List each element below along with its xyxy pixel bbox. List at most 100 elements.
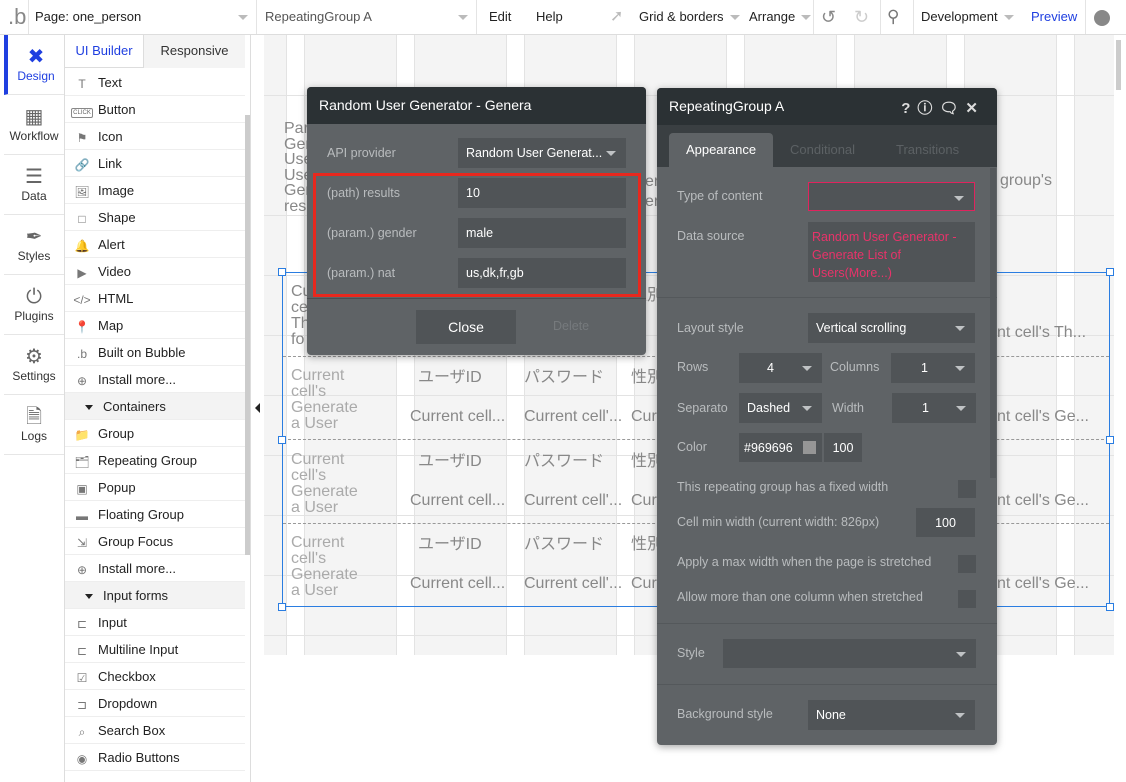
- palette-item[interactable]: ◉ Radio Buttons: [65, 744, 245, 771]
- palette-item[interactable]: .b Built on Bubble: [65, 339, 245, 366]
- nav-settings[interactable]: ⚙ Settings: [4, 335, 64, 395]
- element-selector[interactable]: RepeatingGroup A: [265, 0, 470, 34]
- palette-item[interactable]: 🔔 Alert: [65, 231, 245, 258]
- resize-handle[interactable]: [1106, 436, 1114, 444]
- nav-workflow[interactable]: ▦ Workflow: [4, 95, 64, 155]
- canvas-text[interactable]: Par: [284, 121, 309, 137]
- nav-design[interactable]: ✖ Design: [4, 35, 64, 95]
- max-width-checkbox[interactable]: [958, 555, 976, 573]
- nav-plugins[interactable]: ⏻ Plugins: [4, 275, 64, 335]
- palette-item[interactable]: ▶ Video: [65, 258, 245, 285]
- api-provider-label: API provider: [327, 146, 396, 160]
- resize-handle[interactable]: [278, 268, 286, 276]
- palette-item[interactable]: ⇲ Group Focus: [65, 528, 245, 555]
- tab-ui-builder[interactable]: UI Builder: [65, 35, 143, 68]
- gender-input[interactable]: male: [458, 218, 626, 248]
- grid-borders-menu[interactable]: Grid & borders: [639, 0, 740, 34]
- palette-scrollbar[interactable]: [245, 115, 250, 555]
- palette-item[interactable]: 🔗 Link: [65, 150, 245, 177]
- tab-conditional[interactable]: Conditional: [790, 142, 855, 157]
- tab-transitions[interactable]: Transitions: [896, 142, 959, 157]
- resize-handle[interactable]: [278, 603, 286, 611]
- tab-responsive[interactable]: Responsive: [143, 35, 245, 68]
- color-swatch: [803, 441, 816, 454]
- undo-icon[interactable]: ↺: [821, 0, 836, 34]
- nav-styles[interactable]: ✒ Styles: [4, 215, 64, 275]
- repeating-group-icon: 🗂: [74, 454, 90, 469]
- palette-item[interactable]: ⊏ Multiline Input: [65, 636, 245, 663]
- category-header[interactable]: Input forms: [65, 582, 245, 609]
- type-of-content-dropdown[interactable]: [808, 182, 975, 211]
- info-icon[interactable]: ⓘ: [917, 100, 939, 117]
- layout-style-dropdown[interactable]: Vertical scrolling: [808, 313, 975, 343]
- multi-column-checkbox[interactable]: [958, 590, 976, 608]
- comment-icon[interactable]: 🗨: [939, 100, 965, 117]
- palette-item[interactable]: □ Shape: [65, 204, 245, 231]
- search-icon[interactable]: ⚲: [887, 0, 899, 34]
- fixed-width-label: This repeating group has a fixed width: [677, 480, 889, 494]
- resize-handle[interactable]: [1106, 268, 1114, 276]
- palette-item[interactable]: ▣ Popup: [65, 474, 245, 501]
- arrange-menu[interactable]: Arrange: [749, 0, 812, 34]
- help-menu[interactable]: Help: [536, 0, 563, 34]
- data-source-field[interactable]: Random User Generator - Generate List of…: [808, 222, 975, 282]
- resize-handle[interactable]: [1106, 603, 1114, 611]
- background-style-dropdown[interactable]: None: [808, 700, 975, 730]
- close-icon[interactable]: ✕: [965, 100, 985, 117]
- palette-item[interactable]: ⊕ Install more...: [65, 555, 245, 582]
- palette-item-label: Repeating Group: [98, 453, 198, 468]
- palette-item[interactable]: CLICK Button: [65, 96, 245, 123]
- resize-handle[interactable]: [278, 436, 286, 444]
- rows-value: 4: [767, 361, 774, 375]
- nat-input[interactable]: us,dk,fr,gb: [458, 258, 626, 288]
- separator-dropdown[interactable]: Dashed: [739, 393, 822, 423]
- redo-icon[interactable]: ↻: [854, 0, 869, 34]
- palette-item[interactable]: ☑ Checkbox: [65, 663, 245, 690]
- param-label: (param.) nat: [327, 266, 396, 280]
- nav-logs[interactable]: 🗎 Logs: [4, 395, 64, 455]
- page-selector[interactable]: Page: one_person: [35, 0, 250, 34]
- api-provider-dropdown[interactable]: Random User Generat...: [458, 138, 626, 168]
- palette-item[interactable]: ⊕ Install more...: [65, 366, 245, 393]
- chevron-down-icon: [955, 713, 965, 718]
- palette-item[interactable]: ⊏ Input: [65, 609, 245, 636]
- help-icon[interactable]: ?: [901, 100, 917, 117]
- results-input[interactable]: 10: [458, 178, 626, 208]
- preview-button[interactable]: Preview: [1031, 0, 1077, 34]
- environment-selector[interactable]: Development: [921, 0, 1014, 34]
- columns-dropdown[interactable]: 1: [891, 353, 975, 383]
- style-dropdown[interactable]: [723, 639, 976, 668]
- nav-data[interactable]: ☰ Data: [4, 155, 64, 215]
- palette-item[interactable]: 📁 Group: [65, 420, 245, 447]
- top-toolbar: .b Page: one_person RepeatingGroup A Edi…: [0, 0, 1126, 35]
- cell-min-width-input[interactable]: 100: [916, 508, 975, 537]
- tab-appearance[interactable]: Appearance: [669, 133, 773, 167]
- edit-menu[interactable]: Edit: [489, 0, 511, 34]
- palette-item[interactable]: ▬ Floating Group: [65, 501, 245, 528]
- canvas-scrollbar[interactable]: [1116, 40, 1121, 90]
- panel-scrollbar[interactable]: [990, 168, 996, 478]
- palette-item[interactable]: 📍 Map: [65, 312, 245, 339]
- bubble-logo-icon[interactable]: .b: [8, 0, 26, 34]
- rows-dropdown[interactable]: 4: [739, 353, 822, 383]
- delete-button[interactable]: Delete: [553, 319, 589, 333]
- fixed-width-checkbox[interactable]: [958, 480, 976, 498]
- close-button[interactable]: Close: [416, 310, 516, 344]
- width-value: 1: [922, 401, 929, 415]
- width-dropdown[interactable]: 1: [892, 393, 976, 423]
- collapse-panel-icon[interactable]: [255, 403, 260, 413]
- palette-item[interactable]: T Text: [65, 69, 245, 96]
- color-picker[interactable]: #969696: [739, 433, 822, 462]
- button-icon: CLICK: [71, 104, 93, 118]
- category-header[interactable]: Containers: [65, 393, 245, 420]
- palette-item[interactable]: ⊐ Dropdown: [65, 690, 245, 717]
- opacity-input[interactable]: 100: [824, 433, 862, 462]
- canvas-text[interactable]: group's: [1000, 173, 1052, 189]
- avatar[interactable]: [1094, 0, 1110, 34]
- palette-item[interactable]: </> HTML: [65, 285, 245, 312]
- palette-item[interactable]: 🖼 Image: [65, 177, 245, 204]
- cursor-icon[interactable]: ➚: [610, 0, 623, 34]
- palette-item[interactable]: 🗂 Repeating Group: [65, 447, 245, 474]
- palette-item[interactable]: ⌕ Search Box: [65, 717, 245, 744]
- palette-item[interactable]: ⚑ Icon: [65, 123, 245, 150]
